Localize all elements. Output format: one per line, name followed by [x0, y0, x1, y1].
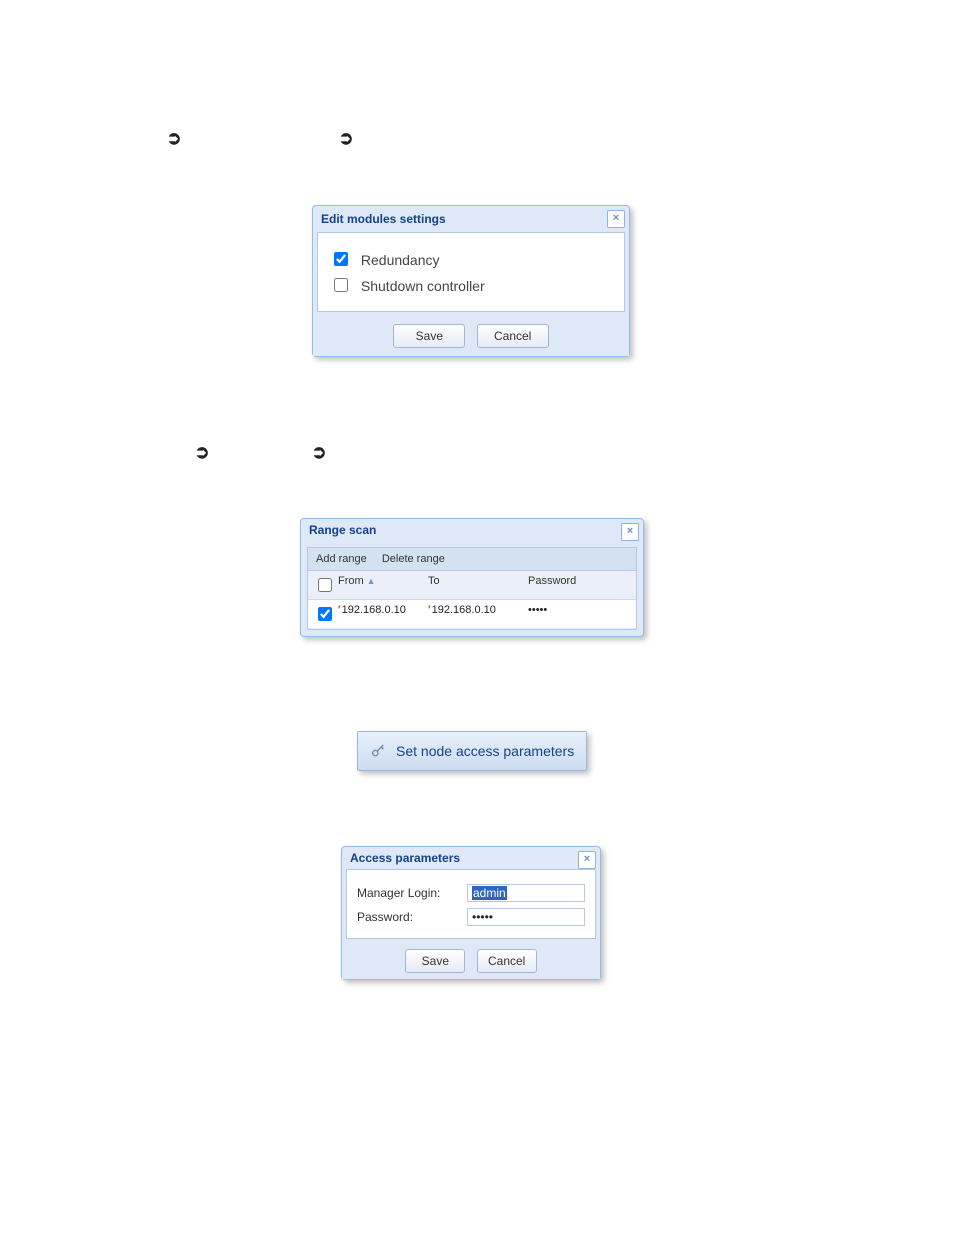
dirty-marker-icon: ′: [338, 604, 341, 616]
dialog-title: Range scan ×: [301, 519, 643, 541]
password-row: Password: •••••: [357, 908, 585, 926]
save-button[interactable]: Save: [405, 949, 465, 973]
cancel-button[interactable]: Cancel: [477, 324, 549, 348]
save-button[interactable]: Save: [393, 324, 465, 348]
key-icon: [370, 743, 386, 759]
password-label: Password:: [357, 910, 467, 924]
arrow-right-icon: ➲: [311, 444, 327, 460]
dialog-body: Manager Login: admin Password: •••••: [346, 869, 596, 939]
close-icon[interactable]: ×: [607, 210, 625, 228]
login-value-selected: admin: [472, 886, 507, 900]
dialog-title-text: Range scan: [309, 523, 376, 537]
row-checkbox[interactable]: [318, 607, 332, 621]
close-icon[interactable]: ×: [621, 523, 639, 541]
dirty-marker-icon: ′: [428, 604, 431, 616]
dialog-body: Redundancy Shutdown controller: [317, 232, 625, 312]
delete-range-button[interactable]: Delete range: [382, 553, 445, 565]
arrow-right-icon: ➲: [166, 130, 182, 146]
button-label: Set node access parameters: [396, 743, 574, 759]
column-password[interactable]: Password: [522, 571, 636, 599]
range-scan-toolbar: Add range Delete range: [307, 547, 637, 571]
dialog-title: Edit modules settings ×: [313, 206, 629, 232]
table-row[interactable]: ′192.168.0.10 ′192.168.0.10 •••••: [308, 600, 636, 629]
set-node-access-parameters-button[interactable]: Set node access parameters: [357, 731, 587, 771]
login-row: Manager Login: admin: [357, 884, 585, 902]
dialog-title-text: Access parameters: [350, 851, 460, 865]
cell-from[interactable]: ′192.168.0.10: [332, 600, 422, 628]
option-redundancy[interactable]: Redundancy: [330, 249, 612, 269]
login-label: Manager Login:: [357, 886, 467, 900]
arrow-right-icon: ➲: [338, 130, 354, 146]
cell-password[interactable]: •••••: [522, 600, 636, 628]
login-field[interactable]: admin: [467, 884, 585, 902]
option-shutdown-controller[interactable]: Shutdown controller: [330, 275, 612, 295]
redundancy-checkbox[interactable]: [334, 252, 348, 266]
close-icon[interactable]: ×: [578, 851, 596, 869]
column-to[interactable]: To: [422, 571, 522, 599]
sort-asc-icon: ▲: [367, 576, 376, 586]
select-all-checkbox[interactable]: [318, 578, 332, 592]
dialog-title: Access parameters ×: [342, 847, 600, 869]
cell-value: •••••: [528, 604, 547, 616]
dialog-title-text: Edit modules settings: [321, 212, 446, 226]
cancel-button[interactable]: Cancel: [477, 949, 537, 973]
header-checkbox[interactable]: [308, 571, 332, 599]
shutdown-checkbox[interactable]: [334, 278, 348, 292]
cell-value: 192.168.0.10: [432, 604, 496, 616]
column-label: From: [338, 575, 364, 587]
column-from[interactable]: From▲: [332, 571, 422, 599]
password-value: •••••: [472, 910, 493, 924]
cell-value: 192.168.0.10: [342, 604, 406, 616]
arrow-right-icon: ➲: [194, 444, 210, 460]
dialog-footer: Save Cancel: [313, 316, 629, 356]
grid-header: From▲ To Password: [308, 571, 636, 600]
dialog-footer: Save Cancel: [342, 943, 600, 979]
add-range-button[interactable]: Add range: [316, 553, 367, 565]
access-parameters-dialog: Access parameters × Manager Login: admin…: [341, 846, 601, 980]
edit-modules-dialog: Edit modules settings × Redundancy Shutd…: [312, 205, 630, 357]
cell-to[interactable]: ′192.168.0.10: [422, 600, 522, 628]
range-scan-dialog: Range scan × Add range Delete range From…: [300, 518, 644, 637]
range-scan-grid: From▲ To Password ′192.168.0.10 ′192.168…: [307, 571, 637, 630]
option-label: Shutdown controller: [361, 278, 485, 294]
password-field[interactable]: •••••: [467, 908, 585, 926]
option-label: Redundancy: [361, 252, 440, 268]
